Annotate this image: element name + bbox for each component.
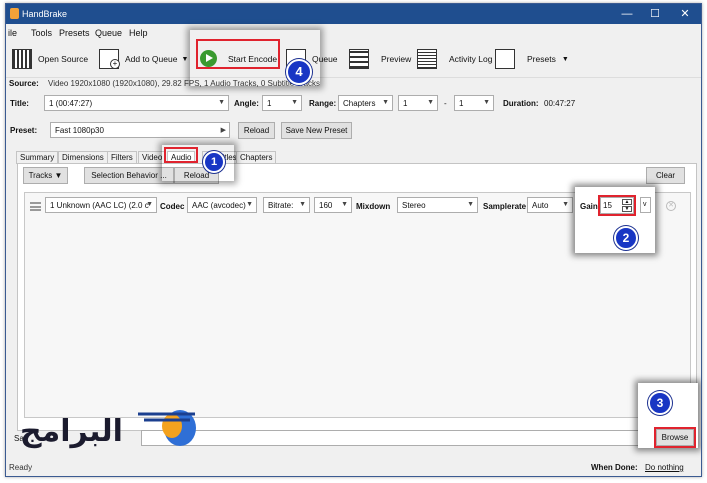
gain-label: Gain	[580, 202, 598, 211]
chevron-down-icon: ▼	[382, 99, 389, 106]
menu-help[interactable]: Help	[129, 28, 148, 38]
range-label: Range:	[309, 99, 337, 108]
mixdown-label: Mixdown	[356, 202, 391, 211]
duration-value: 00:47:27	[544, 99, 576, 108]
chevron-down-icon: ▼	[561, 55, 569, 63]
activity-log-button[interactable]: Activity Log	[417, 46, 492, 72]
log-icon	[417, 49, 437, 69]
title-bar: HandBrake — ☐ ✕	[6, 4, 701, 24]
range-start-dropdown[interactable]: 1 ▼	[398, 95, 438, 111]
chevron-down-icon[interactable]: ▼	[181, 56, 188, 63]
audio-tab-highlight-box	[164, 147, 198, 163]
chevron-down-icon: ▼	[341, 201, 348, 208]
angle-label: Angle:	[234, 99, 259, 108]
clear-button[interactable]: Clear	[646, 167, 685, 184]
duration-label: Duration:	[503, 99, 539, 108]
menu-tools[interactable]: Tools	[31, 28, 52, 38]
drc-dropdown[interactable]: v	[640, 197, 651, 213]
app-icon	[10, 8, 19, 19]
step-badge-4: 4	[286, 59, 312, 85]
preview-icon	[349, 49, 369, 69]
preset-selector[interactable]: Fast 1080p30 ▶	[50, 122, 230, 138]
tracks-dropdown-button[interactable]: Tracks ▼	[23, 167, 68, 184]
remove-track-icon[interactable]: ✕	[666, 201, 676, 211]
angle-dropdown[interactable]: 1 ▼	[262, 95, 302, 111]
status-text: Ready	[9, 463, 33, 472]
selection-behavior-button[interactable]: Selection Behavior ...	[84, 167, 174, 184]
add-to-queue-button[interactable]: + Add to Queue ▼	[99, 46, 188, 72]
chevron-down-icon: ▼	[54, 171, 63, 180]
watermark-logo: البرامج	[20, 406, 200, 452]
menu-file[interactable]: ile	[8, 28, 17, 38]
source-label: Source:	[9, 79, 39, 88]
when-done-dropdown[interactable]: Do nothing	[645, 463, 684, 472]
when-done-label: When Done:	[591, 463, 638, 472]
toolbar: Open Source + Add to Queue ▼ Start Encod…	[6, 42, 701, 78]
preset-label: Preset:	[10, 126, 38, 135]
chevron-down-icon: ▼	[483, 99, 490, 106]
title-dropdown[interactable]: 1 (00:47:27) ▼	[44, 95, 229, 111]
save-as-path-input[interactable]	[141, 430, 649, 446]
start-encode-highlight-box	[196, 39, 280, 69]
minimize-button[interactable]: —	[618, 6, 636, 22]
step-badge-3: 3	[648, 391, 672, 415]
chevron-down-icon: ▼	[246, 201, 253, 208]
window-title: HandBrake	[22, 9, 68, 19]
add-image-icon: +	[99, 49, 120, 69]
samplerate-label: Samplerate	[483, 202, 527, 211]
chevron-down-icon: ▼	[218, 99, 225, 106]
presets-icon	[495, 49, 515, 69]
browse-highlight-box	[654, 427, 696, 448]
codec-dropdown[interactable]: AAC (avcodec) ▼	[187, 197, 257, 213]
menu-presets[interactable]: Presets	[59, 28, 90, 38]
maximize-button[interactable]: ☐	[646, 6, 664, 22]
range-end-dropdown[interactable]: 1 ▼	[454, 95, 494, 111]
chevron-down-icon: ▼	[146, 201, 153, 208]
presets-button[interactable]: Presets ▼	[495, 46, 569, 72]
range-type-dropdown[interactable]: Chapters ▼	[338, 95, 393, 111]
chevron-right-icon: ▶	[220, 127, 226, 134]
chevron-down-icon: ▼	[291, 99, 298, 106]
range-dash: -	[444, 99, 447, 108]
chevron-down-icon: ▼	[427, 99, 434, 106]
save-new-preset-button[interactable]: Save New Preset	[281, 122, 352, 139]
audio-source-dropdown[interactable]: 1 Unknown (AAC LC) (2.0 c ▼	[45, 197, 157, 213]
mixdown-dropdown[interactable]: Stereo ▼	[397, 197, 478, 213]
gain-highlight-box	[598, 195, 636, 216]
watermark-text: البرامج	[20, 414, 123, 449]
chevron-down-icon: ▼	[562, 201, 569, 208]
menu-bar: ile Tools Presets Queue Help	[6, 24, 701, 42]
title-label: Title:	[10, 99, 29, 108]
chevron-down-icon: ▼	[299, 201, 306, 208]
bitrate-mode-dropdown[interactable]: Bitrate: ▼	[263, 197, 310, 213]
step-badge-1: 1	[203, 151, 225, 173]
open-source-button[interactable]: Open Source	[12, 46, 88, 72]
menu-queue[interactable]: Queue	[95, 28, 122, 38]
close-button[interactable]: ✕	[676, 6, 694, 22]
film-icon	[12, 49, 32, 69]
codec-label: Codec	[160, 202, 185, 211]
chevron-down-icon: ▼	[467, 201, 474, 208]
step-badge-2: 2	[614, 226, 638, 250]
bitrate-dropdown[interactable]: 160 ▼	[314, 197, 352, 213]
preview-button[interactable]: Preview	[349, 46, 411, 72]
preset-reload-button[interactable]: Reload	[238, 122, 275, 139]
drag-handle-icon[interactable]	[30, 202, 41, 211]
samplerate-dropdown[interactable]: Auto ▼	[527, 197, 573, 213]
